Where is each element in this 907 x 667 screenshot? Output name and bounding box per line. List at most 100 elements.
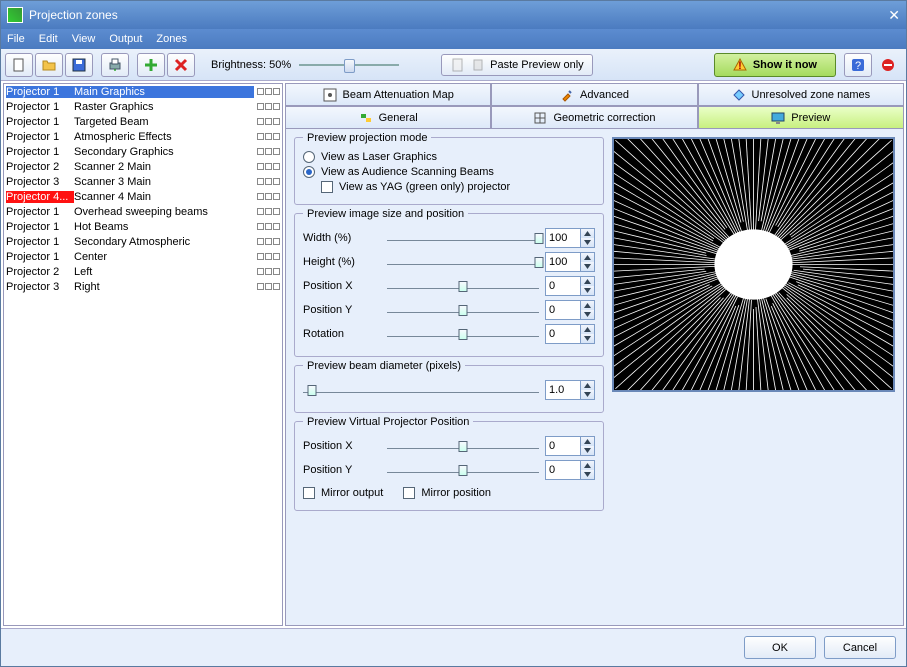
posy-slider[interactable] bbox=[387, 302, 539, 318]
new-button[interactable] bbox=[5, 53, 33, 77]
group-legend: Preview Virtual Projector Position bbox=[303, 416, 473, 428]
content: Projector 1Main GraphicsProjector 1Raste… bbox=[1, 81, 906, 628]
tabs-row1: Beam Attenuation Map Advanced Unresolved… bbox=[285, 83, 904, 129]
close-icon[interactable]: ✕ bbox=[888, 7, 900, 24]
zone-projector: Projector 1 bbox=[6, 101, 74, 113]
zone-boxes bbox=[254, 208, 280, 215]
paste-label: Paste Preview only bbox=[490, 59, 584, 71]
zone-row[interactable]: Projector 1Center bbox=[4, 249, 282, 264]
print-button[interactable] bbox=[101, 53, 129, 77]
zone-row[interactable]: Projector 1Main Graphics bbox=[4, 84, 282, 99]
zone-projector: Projector 1 bbox=[6, 131, 74, 143]
zone-row[interactable]: Projector 2Left bbox=[4, 264, 282, 279]
posx-spin[interactable] bbox=[545, 276, 595, 296]
brightness-slider[interactable] bbox=[299, 57, 399, 73]
width-slider[interactable] bbox=[387, 230, 539, 246]
zone-boxes bbox=[254, 193, 280, 200]
posx-slider[interactable] bbox=[387, 278, 539, 294]
spin-up-icon[interactable] bbox=[580, 229, 594, 238]
footer: OK Cancel bbox=[1, 628, 906, 666]
zone-boxes bbox=[254, 88, 280, 95]
ok-button[interactable]: OK bbox=[744, 636, 816, 659]
checkbox-mirror-output[interactable]: Mirror output bbox=[303, 487, 383, 499]
zone-projector: Projector 1 bbox=[6, 221, 74, 233]
vposx-spin[interactable] bbox=[545, 436, 595, 456]
width-spin[interactable] bbox=[545, 228, 595, 248]
zone-name: Secondary Atmospheric bbox=[74, 236, 254, 248]
delete-button[interactable] bbox=[167, 53, 195, 77]
zone-projector: Projector 1 bbox=[6, 116, 74, 128]
zone-row[interactable]: Projector 1Hot Beams bbox=[4, 219, 282, 234]
posx-label: Position X bbox=[303, 280, 381, 292]
general-icon bbox=[359, 111, 373, 125]
zone-row[interactable]: Projector 4...Scanner 4 Main bbox=[4, 189, 282, 204]
zone-row[interactable]: Projector 1Secondary Atmospheric bbox=[4, 234, 282, 249]
radio-audience-beams[interactable]: View as Audience Scanning Beams bbox=[303, 166, 595, 178]
zone-boxes bbox=[254, 253, 280, 260]
zone-projector: Projector 1 bbox=[6, 251, 74, 263]
menu-zones[interactable]: Zones bbox=[156, 33, 187, 45]
rot-slider[interactable] bbox=[387, 326, 539, 342]
zone-row[interactable]: Projector 1Atmospheric Effects bbox=[4, 129, 282, 144]
zone-row[interactable]: Projector 3Right bbox=[4, 279, 282, 294]
zone-projector: Projector 3 bbox=[6, 281, 74, 293]
height-slider[interactable] bbox=[387, 254, 539, 270]
zone-projector: Projector 2 bbox=[6, 161, 74, 173]
open-button[interactable] bbox=[35, 53, 63, 77]
rot-label: Rotation bbox=[303, 328, 381, 340]
height-spin[interactable] bbox=[545, 252, 595, 272]
zone-list[interactable]: Projector 1Main GraphicsProjector 1Raste… bbox=[3, 83, 283, 626]
tab-beam-attenuation[interactable]: Beam Attenuation Map bbox=[285, 83, 491, 106]
tab-general[interactable]: General bbox=[285, 106, 491, 129]
checkbox-yag-projector[interactable]: View as YAG (green only) projector bbox=[321, 181, 595, 193]
checkbox-mirror-position[interactable]: Mirror position bbox=[403, 487, 491, 499]
zone-name: Secondary Graphics bbox=[74, 146, 254, 158]
vposy-label: Position Y bbox=[303, 464, 381, 476]
help-button[interactable]: ? bbox=[844, 53, 872, 77]
tab-unresolved[interactable]: Unresolved zone names bbox=[698, 83, 904, 106]
stop-button[interactable] bbox=[874, 53, 902, 77]
show-it-now-button[interactable]: ! Show it now bbox=[714, 53, 836, 77]
cancel-button[interactable]: Cancel bbox=[824, 636, 896, 659]
zone-row[interactable]: Projector 2Scanner 2 Main bbox=[4, 159, 282, 174]
zone-boxes bbox=[254, 133, 280, 140]
zone-name: Hot Beams bbox=[74, 221, 254, 233]
vposx-slider[interactable] bbox=[387, 438, 539, 454]
beamdia-slider[interactable] bbox=[303, 382, 539, 398]
tab-advanced[interactable]: Advanced bbox=[491, 83, 697, 106]
paste-preview-button[interactable]: Paste Preview only bbox=[441, 54, 593, 76]
tab-preview[interactable]: Preview bbox=[698, 106, 904, 129]
add-button[interactable] bbox=[137, 53, 165, 77]
vposy-slider[interactable] bbox=[387, 462, 539, 478]
beamdia-spin[interactable] bbox=[545, 380, 595, 400]
menu-file[interactable]: File bbox=[7, 33, 25, 45]
zone-boxes bbox=[254, 178, 280, 185]
zone-row[interactable]: Projector 3Scanner 3 Main bbox=[4, 174, 282, 189]
zone-row[interactable]: Projector 1Overhead sweeping beams bbox=[4, 204, 282, 219]
zone-name: Targeted Beam bbox=[74, 116, 254, 128]
paste-icon bbox=[470, 57, 486, 73]
zone-row[interactable]: Projector 1Targeted Beam bbox=[4, 114, 282, 129]
radio-laser-graphics[interactable]: View as Laser Graphics bbox=[303, 151, 595, 163]
monitor-icon bbox=[771, 111, 785, 125]
menu-view[interactable]: View bbox=[72, 33, 96, 45]
tab-panel-preview: Preview projection mode View as Laser Gr… bbox=[285, 129, 904, 626]
menu-edit[interactable]: Edit bbox=[39, 33, 58, 45]
spin-down-icon[interactable] bbox=[580, 238, 594, 247]
zone-boxes bbox=[254, 118, 280, 125]
zone-name: Center bbox=[74, 251, 254, 263]
zone-name: Main Graphics bbox=[74, 86, 254, 98]
rot-spin[interactable] bbox=[545, 324, 595, 344]
zone-boxes bbox=[254, 283, 280, 290]
zone-row[interactable]: Projector 1Secondary Graphics bbox=[4, 144, 282, 159]
zone-row[interactable]: Projector 1Raster Graphics bbox=[4, 99, 282, 114]
group-legend: Preview image size and position bbox=[303, 208, 468, 220]
menu-output[interactable]: Output bbox=[109, 33, 142, 45]
posy-spin[interactable] bbox=[545, 300, 595, 320]
save-button[interactable] bbox=[65, 53, 93, 77]
vposy-spin[interactable] bbox=[545, 460, 595, 480]
zone-projector: Projector 1 bbox=[6, 236, 74, 248]
vposx-label: Position X bbox=[303, 440, 381, 452]
tab-geometric[interactable]: Geometric correction bbox=[491, 106, 697, 129]
menubar: File Edit View Output Zones bbox=[1, 29, 906, 49]
